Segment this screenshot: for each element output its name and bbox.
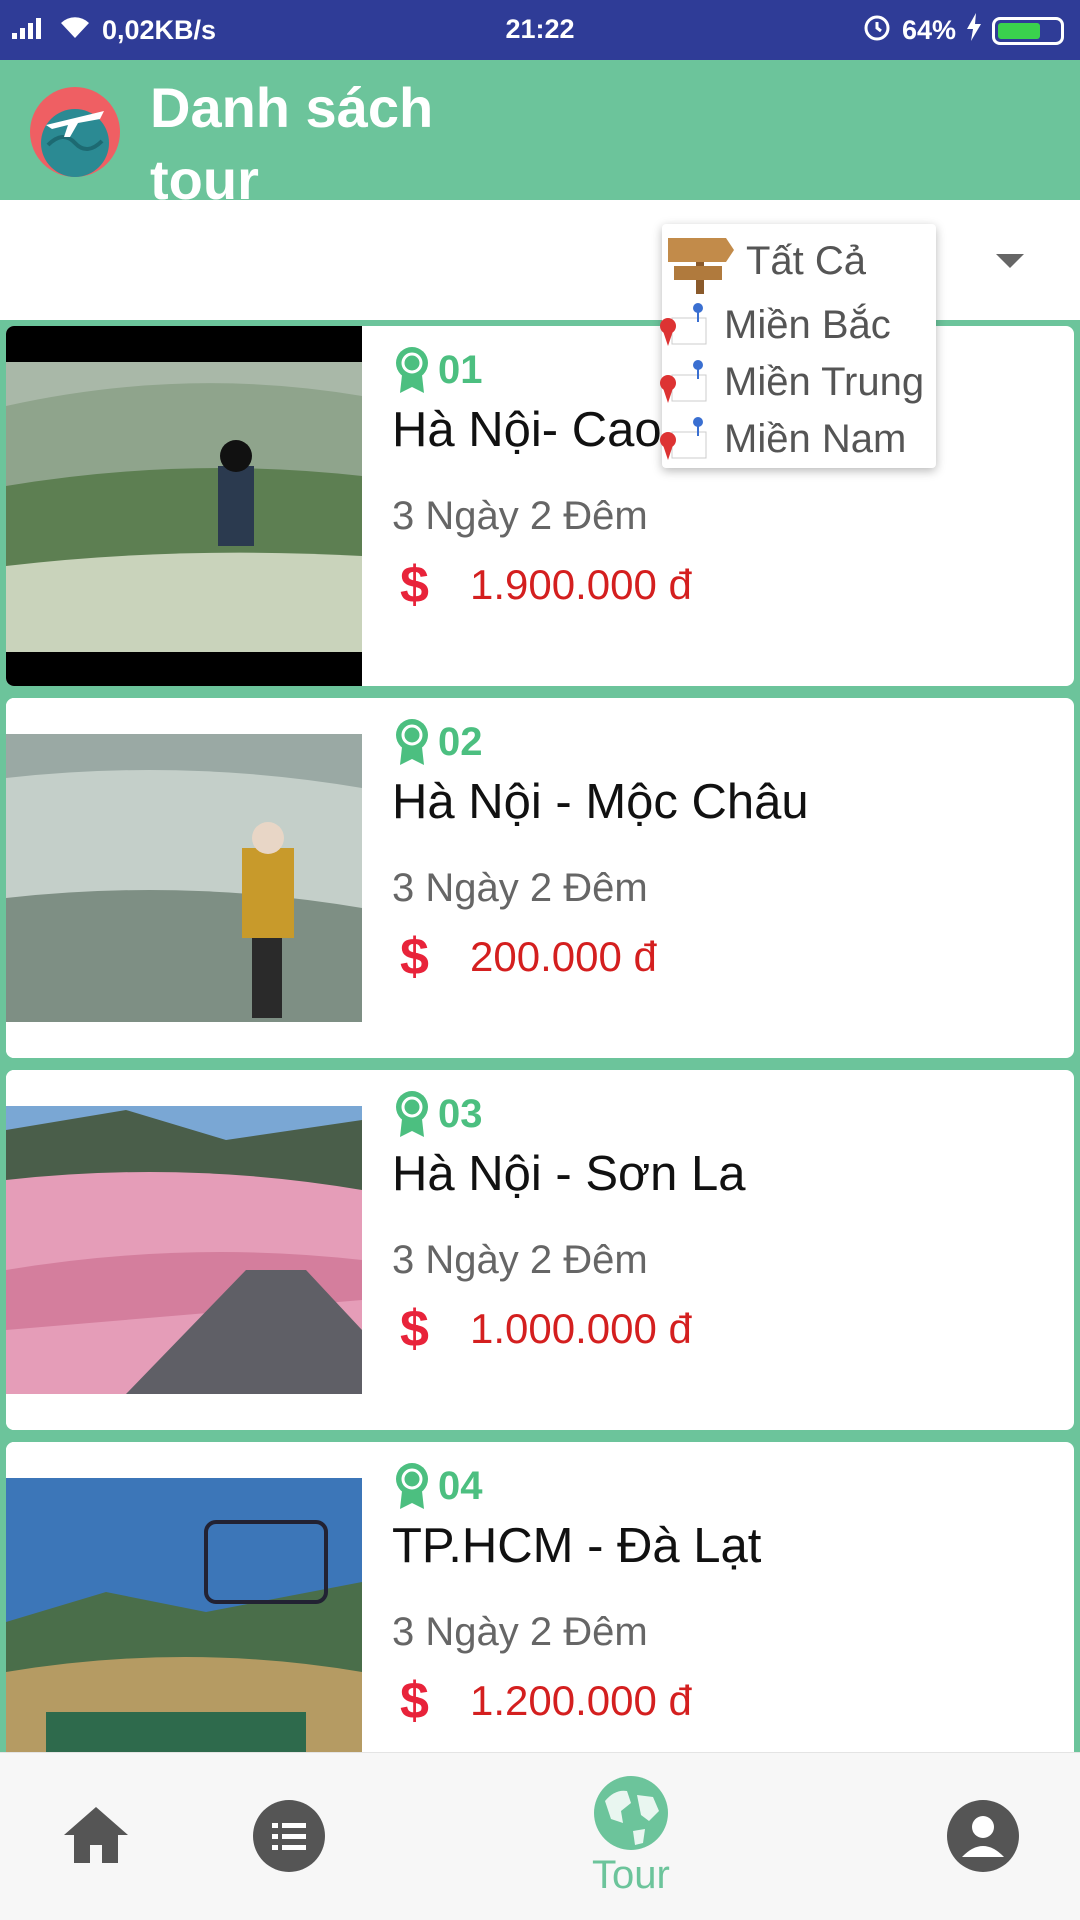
tour-duration: 3 Ngày 2 Đêm [392, 1238, 648, 1282]
tour-photo-moc-chau [6, 734, 362, 1022]
signpost-icon [668, 238, 734, 294]
charging-icon [966, 13, 982, 48]
tour-rank-number: 01 [438, 347, 483, 392]
map-pin-icon [660, 360, 707, 403]
tour-image [6, 326, 362, 686]
tour-rank: 02 [392, 716, 1064, 768]
tour-price-value: 200.000 đ [470, 933, 657, 980]
battery-icon [992, 16, 1064, 45]
tour-card[interactable]: 03 Hà Nội - Sơn La 3 Ngày 2 Đêm $ 1.000.… [6, 1070, 1074, 1430]
tour-rank-number: 03 [438, 1091, 483, 1136]
nav-profile-button[interactable] [946, 1799, 1020, 1873]
tour-rank: 04 [392, 1460, 1064, 1512]
tour-info: 04 TP.HCM - Đà Lạt 3 Ngày 2 Đêm $ 1.200.… [392, 1460, 1064, 1731]
dollar-icon: $ [400, 1672, 429, 1730]
tour-info: 02 Hà Nội - Mộc Châu 3 Ngày 2 Đêm $ 200.… [392, 716, 1064, 987]
tour-rank-number: 04 [438, 1463, 483, 1508]
list-icon [253, 1800, 325, 1872]
dropdown-option-all[interactable]: Tất Cả [664, 228, 866, 294]
tour-duration: 3 Ngày 2 Đêm [392, 494, 648, 538]
app-logo-icon [30, 87, 120, 177]
profile-icon [947, 1800, 1019, 1872]
nav-home-button[interactable] [62, 1805, 130, 1865]
tour-photo-tea-hill [6, 326, 362, 686]
tour-list[interactable]: 01 Hà Nội- Cao 3 Ngày 2 Đêm $ 1.900.000 … [0, 324, 1080, 1752]
tour-duration: 3 Ngày 2 Đêm [392, 866, 648, 910]
tour-price: $ 1.000.000 đ [392, 1299, 1064, 1359]
tour-card[interactable]: 02 Hà Nội - Mộc Châu 3 Ngày 2 Đêm $ 200.… [6, 698, 1074, 1058]
tour-image [6, 698, 362, 1058]
tour-photo-son-la [6, 1106, 362, 1394]
award-icon [396, 347, 428, 393]
nav-tour-button[interactable]: Tour [592, 1775, 670, 1898]
page-title: Danh sách tour [150, 76, 434, 211]
tour-photo-da-lat [6, 1478, 362, 1752]
app-bar: Danh sách tour [0, 60, 1080, 211]
globe-icon [593, 1776, 668, 1850]
award-icon [396, 1463, 428, 1509]
battery-percent: 64% [901, 15, 956, 45]
dollar-icon: $ [400, 556, 429, 614]
tour-name: TP.HCM - Đà Lạt [392, 1519, 762, 1573]
tour-price: $ 1.200.000 đ [392, 1671, 1064, 1731]
tour-price-value: 1.900.000 đ [470, 561, 692, 608]
tour-rank-number: 02 [438, 719, 483, 764]
dollar-icon: $ [400, 928, 429, 986]
dollar-icon: $ [400, 1300, 429, 1358]
tour-price-value: 1.000.000 đ [470, 1305, 692, 1352]
status-bar: 0,02KB/s 21:22 64% [0, 0, 1080, 60]
nav-tour-label: Tour [592, 1853, 670, 1897]
tour-price: $ 200.000 đ [392, 927, 1064, 987]
tour-price: $ 1.900.000 đ [392, 555, 1064, 615]
dropdown-option-north[interactable]: Miền Bắc [658, 300, 891, 350]
tour-rank: 03 [392, 1088, 1064, 1140]
tour-name: Hà Nội - Mộc Châu [392, 775, 809, 829]
award-icon [396, 1091, 428, 1137]
tour-price-value: 1.200.000 đ [470, 1677, 692, 1724]
dropdown-arrow-icon[interactable] [996, 254, 1024, 268]
bottom-navigation: Tour [0, 1752, 1080, 1920]
nav-list-button[interactable] [252, 1799, 326, 1873]
tour-image [6, 1442, 362, 1752]
tour-name: Hà Nội - Sơn La [392, 1147, 746, 1201]
home-icon [64, 1807, 128, 1863]
tour-duration: 3 Ngày 2 Đêm [392, 1610, 648, 1654]
status-right: 64% [862, 12, 1064, 49]
award-icon [396, 719, 428, 765]
battery-fill [998, 22, 1041, 39]
map-pin-icon [660, 303, 707, 346]
tour-card[interactable]: 04 TP.HCM - Đà Lạt 3 Ngày 2 Đêm $ 1.200.… [6, 1442, 1074, 1752]
dropdown-option-south[interactable]: Miền Nam [658, 414, 906, 464]
tour-info: 03 Hà Nội - Sơn La 3 Ngày 2 Đêm $ 1.000.… [392, 1088, 1064, 1359]
alarm-icon [862, 12, 892, 49]
map-pin-icon [660, 417, 707, 460]
dropdown-option-central[interactable]: Miền Trung [658, 357, 924, 407]
region-dropdown-menu: Tất Cả Miền Bắc Miền Trung Miền Nam [660, 224, 936, 468]
tour-image [6, 1070, 362, 1430]
